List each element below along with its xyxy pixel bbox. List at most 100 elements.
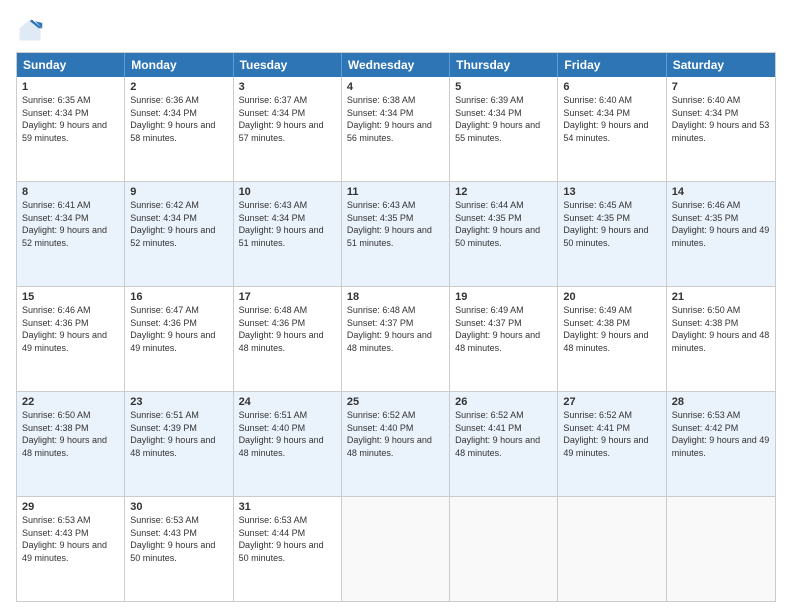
cal-cell-8: 8 Sunrise: 6:41 AMSunset: 4:34 PMDayligh…: [17, 182, 125, 286]
cal-cell-5: 5 Sunrise: 6:39 AMSunset: 4:34 PMDayligh…: [450, 77, 558, 181]
day-info: Sunrise: 6:49 AMSunset: 4:38 PMDaylight:…: [563, 304, 660, 354]
cal-row-4: 22 Sunrise: 6:50 AMSunset: 4:38 PMDaylig…: [17, 391, 775, 496]
cal-cell-27: 27 Sunrise: 6:52 AMSunset: 4:41 PMDaylig…: [558, 392, 666, 496]
day-number: 20: [563, 291, 660, 303]
calendar: SundayMondayTuesdayWednesdayThursdayFrid…: [16, 52, 776, 602]
day-number: 13: [563, 186, 660, 198]
day-info: Sunrise: 6:48 AMSunset: 4:37 PMDaylight:…: [347, 304, 444, 354]
day-number: 23: [130, 396, 227, 408]
header-day-saturday: Saturday: [667, 53, 775, 77]
day-number: 14: [672, 186, 770, 198]
day-number: 16: [130, 291, 227, 303]
day-number: 7: [672, 81, 770, 93]
day-number: 8: [22, 186, 119, 198]
logo-icon: [16, 16, 44, 44]
cal-cell-3: 3 Sunrise: 6:37 AMSunset: 4:34 PMDayligh…: [234, 77, 342, 181]
day-info: Sunrise: 6:53 AMSunset: 4:42 PMDaylight:…: [672, 409, 770, 459]
header-day-tuesday: Tuesday: [234, 53, 342, 77]
day-info: Sunrise: 6:46 AMSunset: 4:36 PMDaylight:…: [22, 304, 119, 354]
day-info: Sunrise: 6:44 AMSunset: 4:35 PMDaylight:…: [455, 199, 552, 249]
day-info: Sunrise: 6:42 AMSunset: 4:34 PMDaylight:…: [130, 199, 227, 249]
day-number: 3: [239, 81, 336, 93]
day-info: Sunrise: 6:38 AMSunset: 4:34 PMDaylight:…: [347, 94, 444, 144]
cal-cell-6: 6 Sunrise: 6:40 AMSunset: 4:34 PMDayligh…: [558, 77, 666, 181]
day-info: Sunrise: 6:36 AMSunset: 4:34 PMDaylight:…: [130, 94, 227, 144]
cal-row-2: 8 Sunrise: 6:41 AMSunset: 4:34 PMDayligh…: [17, 181, 775, 286]
day-info: Sunrise: 6:39 AMSunset: 4:34 PMDaylight:…: [455, 94, 552, 144]
day-info: Sunrise: 6:47 AMSunset: 4:36 PMDaylight:…: [130, 304, 227, 354]
header-day-thursday: Thursday: [450, 53, 558, 77]
header: [16, 16, 776, 44]
cal-cell-empty: [667, 497, 775, 601]
cal-row-3: 15 Sunrise: 6:46 AMSunset: 4:36 PMDaylig…: [17, 286, 775, 391]
cal-cell-9: 9 Sunrise: 6:42 AMSunset: 4:34 PMDayligh…: [125, 182, 233, 286]
cal-cell-30: 30 Sunrise: 6:53 AMSunset: 4:43 PMDaylig…: [125, 497, 233, 601]
cal-cell-empty: [342, 497, 450, 601]
day-info: Sunrise: 6:51 AMSunset: 4:40 PMDaylight:…: [239, 409, 336, 459]
day-number: 4: [347, 81, 444, 93]
day-number: 22: [22, 396, 119, 408]
cal-cell-15: 15 Sunrise: 6:46 AMSunset: 4:36 PMDaylig…: [17, 287, 125, 391]
day-number: 6: [563, 81, 660, 93]
day-info: Sunrise: 6:41 AMSunset: 4:34 PMDaylight:…: [22, 199, 119, 249]
cal-cell-empty: [450, 497, 558, 601]
cal-cell-26: 26 Sunrise: 6:52 AMSunset: 4:41 PMDaylig…: [450, 392, 558, 496]
cal-cell-7: 7 Sunrise: 6:40 AMSunset: 4:34 PMDayligh…: [667, 77, 775, 181]
cal-cell-16: 16 Sunrise: 6:47 AMSunset: 4:36 PMDaylig…: [125, 287, 233, 391]
day-info: Sunrise: 6:37 AMSunset: 4:34 PMDaylight:…: [239, 94, 336, 144]
header-day-wednesday: Wednesday: [342, 53, 450, 77]
day-number: 2: [130, 81, 227, 93]
day-number: 29: [22, 501, 119, 513]
cal-cell-12: 12 Sunrise: 6:44 AMSunset: 4:35 PMDaylig…: [450, 182, 558, 286]
day-number: 19: [455, 291, 552, 303]
cal-cell-24: 24 Sunrise: 6:51 AMSunset: 4:40 PMDaylig…: [234, 392, 342, 496]
cal-cell-14: 14 Sunrise: 6:46 AMSunset: 4:35 PMDaylig…: [667, 182, 775, 286]
cal-cell-11: 11 Sunrise: 6:43 AMSunset: 4:35 PMDaylig…: [342, 182, 450, 286]
day-info: Sunrise: 6:50 AMSunset: 4:38 PMDaylight:…: [22, 409, 119, 459]
cal-cell-18: 18 Sunrise: 6:48 AMSunset: 4:37 PMDaylig…: [342, 287, 450, 391]
page: SundayMondayTuesdayWednesdayThursdayFrid…: [0, 0, 792, 612]
day-number: 11: [347, 186, 444, 198]
logo: [16, 16, 48, 44]
header-day-friday: Friday: [558, 53, 666, 77]
cal-row-1: 1 Sunrise: 6:35 AMSunset: 4:34 PMDayligh…: [17, 77, 775, 181]
cal-cell-13: 13 Sunrise: 6:45 AMSunset: 4:35 PMDaylig…: [558, 182, 666, 286]
day-number: 24: [239, 396, 336, 408]
cal-cell-21: 21 Sunrise: 6:50 AMSunset: 4:38 PMDaylig…: [667, 287, 775, 391]
day-number: 18: [347, 291, 444, 303]
day-info: Sunrise: 6:46 AMSunset: 4:35 PMDaylight:…: [672, 199, 770, 249]
cal-cell-4: 4 Sunrise: 6:38 AMSunset: 4:34 PMDayligh…: [342, 77, 450, 181]
cal-cell-empty: [558, 497, 666, 601]
day-info: Sunrise: 6:40 AMSunset: 4:34 PMDaylight:…: [672, 94, 770, 144]
day-number: 26: [455, 396, 552, 408]
cal-cell-17: 17 Sunrise: 6:48 AMSunset: 4:36 PMDaylig…: [234, 287, 342, 391]
day-info: Sunrise: 6:48 AMSunset: 4:36 PMDaylight:…: [239, 304, 336, 354]
cal-cell-19: 19 Sunrise: 6:49 AMSunset: 4:37 PMDaylig…: [450, 287, 558, 391]
day-info: Sunrise: 6:43 AMSunset: 4:35 PMDaylight:…: [347, 199, 444, 249]
cal-row-5: 29 Sunrise: 6:53 AMSunset: 4:43 PMDaylig…: [17, 496, 775, 601]
day-info: Sunrise: 6:50 AMSunset: 4:38 PMDaylight:…: [672, 304, 770, 354]
calendar-header: SundayMondayTuesdayWednesdayThursdayFrid…: [17, 53, 775, 77]
cal-cell-28: 28 Sunrise: 6:53 AMSunset: 4:42 PMDaylig…: [667, 392, 775, 496]
cal-cell-31: 31 Sunrise: 6:53 AMSunset: 4:44 PMDaylig…: [234, 497, 342, 601]
day-number: 27: [563, 396, 660, 408]
day-info: Sunrise: 6:35 AMSunset: 4:34 PMDaylight:…: [22, 94, 119, 144]
day-number: 17: [239, 291, 336, 303]
day-info: Sunrise: 6:52 AMSunset: 4:40 PMDaylight:…: [347, 409, 444, 459]
day-info: Sunrise: 6:51 AMSunset: 4:39 PMDaylight:…: [130, 409, 227, 459]
day-number: 30: [130, 501, 227, 513]
day-number: 1: [22, 81, 119, 93]
header-day-sunday: Sunday: [17, 53, 125, 77]
day-info: Sunrise: 6:40 AMSunset: 4:34 PMDaylight:…: [563, 94, 660, 144]
cal-cell-2: 2 Sunrise: 6:36 AMSunset: 4:34 PMDayligh…: [125, 77, 233, 181]
day-info: Sunrise: 6:53 AMSunset: 4:43 PMDaylight:…: [22, 514, 119, 564]
day-number: 25: [347, 396, 444, 408]
cal-cell-1: 1 Sunrise: 6:35 AMSunset: 4:34 PMDayligh…: [17, 77, 125, 181]
day-info: Sunrise: 6:45 AMSunset: 4:35 PMDaylight:…: [563, 199, 660, 249]
calendar-body: 1 Sunrise: 6:35 AMSunset: 4:34 PMDayligh…: [17, 77, 775, 601]
day-info: Sunrise: 6:52 AMSunset: 4:41 PMDaylight:…: [455, 409, 552, 459]
cal-cell-20: 20 Sunrise: 6:49 AMSunset: 4:38 PMDaylig…: [558, 287, 666, 391]
cal-cell-29: 29 Sunrise: 6:53 AMSunset: 4:43 PMDaylig…: [17, 497, 125, 601]
cal-cell-23: 23 Sunrise: 6:51 AMSunset: 4:39 PMDaylig…: [125, 392, 233, 496]
day-info: Sunrise: 6:53 AMSunset: 4:44 PMDaylight:…: [239, 514, 336, 564]
